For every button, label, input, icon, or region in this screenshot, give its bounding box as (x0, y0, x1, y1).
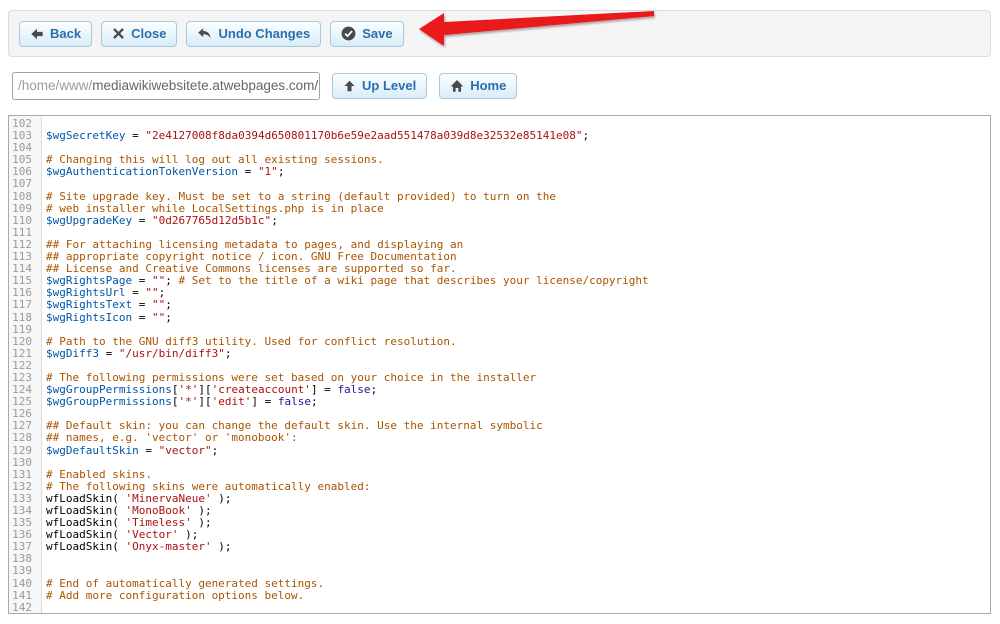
save-button[interactable]: Save (330, 21, 403, 47)
back-button[interactable]: Back (19, 21, 92, 47)
code-line-content: wfLoadSkin( 'Onyx-master' ); (37, 541, 231, 553)
code-line: 106$wgAuthenticationTokenVersion = "1"; (9, 166, 990, 178)
line-number: 130 (9, 457, 37, 469)
up-level-button[interactable]: Up Level (332, 73, 427, 99)
line-number: 128 (9, 432, 37, 444)
back-arrow-icon (30, 27, 44, 41)
file-editor-page: Back Close Undo Changes Save (0, 0, 1000, 624)
line-number: 120 (9, 336, 37, 348)
editor-lines: 102103$wgSecretKey = "2e4127008f8da0394d… (9, 118, 990, 614)
code-line-content (37, 602, 46, 614)
line-number: 141 (9, 590, 37, 602)
code-line-content: $wgDiff3 = "/usr/bin/diff3"; (37, 348, 231, 360)
code-line-content (37, 324, 46, 336)
home-button[interactable]: Home (439, 73, 517, 99)
code-line-content: $wgRightsIcon = ""; (37, 312, 172, 324)
code-line-content (37, 227, 46, 239)
line-number: 129 (9, 445, 37, 457)
line-number: 108 (9, 191, 37, 203)
code-line: 137wfLoadSkin( 'Onyx-master' ); (9, 541, 990, 553)
path-value-rest: mediawikiwebsitete.atwebpages.com/Loca (92, 78, 320, 93)
line-number: 139 (9, 565, 37, 577)
code-line-content (37, 360, 46, 372)
line-number: 118 (9, 312, 37, 324)
code-line: 121$wgDiff3 = "/usr/bin/diff3"; (9, 348, 990, 360)
code-line-content (37, 457, 46, 469)
save-check-circle-icon (341, 26, 356, 41)
code-line: 110$wgUpgradeKey = "0d267765d12d5b1c"; (9, 215, 990, 227)
code-line-content (37, 142, 46, 154)
code-line-content (37, 408, 46, 420)
code-line-content: $wgUpgradeKey = "0d267765d12d5b1c"; (37, 215, 278, 227)
code-line-content (37, 553, 46, 565)
undo-icon (197, 27, 212, 41)
code-line-content: # Add more configuration options below. (37, 590, 304, 602)
line-number: 131 (9, 469, 37, 481)
line-number: 119 (9, 324, 37, 336)
up-level-button-label: Up Level (362, 78, 416, 93)
save-button-label: Save (362, 26, 392, 41)
close-button[interactable]: Close (101, 21, 177, 47)
line-number: 117 (9, 299, 37, 311)
code-line: 129$wgDefaultSkin = "vector"; (9, 445, 990, 457)
code-line-content (37, 178, 46, 190)
code-line: 141# Add more configuration options belo… (9, 590, 990, 602)
code-line-content: $wgDefaultSkin = "vector"; (37, 445, 218, 457)
undo-changes-button[interactable]: Undo Changes (186, 21, 321, 47)
editor-toolbar: Back Close Undo Changes Save (8, 10, 991, 57)
code-line-content: $wgAuthenticationTokenVersion = "1"; (37, 166, 284, 178)
code-line: 142 (9, 602, 990, 614)
code-line: 130 (9, 457, 990, 469)
line-number: 107 (9, 178, 37, 190)
code-line: 125$wgGroupPermissions['*']['edit'] = fa… (9, 396, 990, 408)
undo-changes-button-label: Undo Changes (218, 26, 310, 41)
code-line-content (37, 565, 46, 577)
path-input[interactable]: /home/www/mediawikiwebsitete.atwebpages.… (12, 72, 320, 100)
up-arrow-icon (343, 79, 356, 93)
home-button-label: Home (470, 78, 506, 93)
red-pointer-arrow (415, 7, 657, 50)
code-line-content: $wgGroupPermissions['*']['edit'] = false… (37, 396, 318, 408)
close-button-label: Close (131, 26, 166, 41)
line-number: 140 (9, 578, 37, 590)
code-editor[interactable]: 102103$wgSecretKey = "2e4127008f8da0394d… (8, 115, 991, 614)
path-value-base: /home/www/ (18, 78, 92, 93)
path-bar: /home/www/mediawikiwebsitete.atwebpages.… (12, 71, 988, 100)
home-icon (450, 79, 464, 93)
code-line: 118$wgRightsIcon = ""; (9, 312, 990, 324)
code-line: 103$wgSecretKey = "2e4127008f8da0394d650… (9, 130, 990, 142)
code-line-content (37, 118, 46, 130)
close-x-icon (112, 27, 125, 40)
back-button-label: Back (50, 26, 81, 41)
code-line-content: $wgSecretKey = "2e4127008f8da0394d650801… (37, 130, 589, 142)
code-line: 138 (9, 553, 990, 565)
line-number: 109 (9, 203, 37, 215)
